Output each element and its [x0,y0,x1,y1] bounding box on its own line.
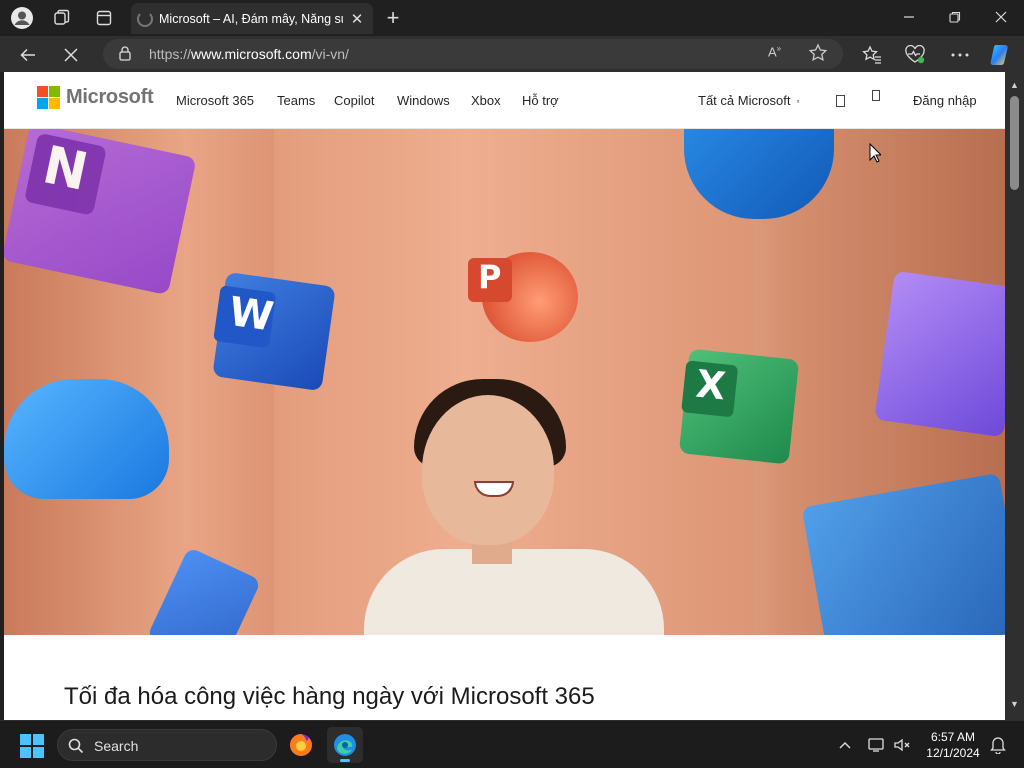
excel-icon: X [678,348,800,465]
search-icon[interactable] [836,95,845,107]
active-app-indicator [340,759,350,762]
outlook-icon [801,472,1005,635]
toolbar: https://www.microsoft.com/vi-vn/ A» [0,36,1024,72]
sign-in-link[interactable]: Đăng nhập [913,93,977,108]
loading-icon [137,10,153,27]
lock-icon[interactable] [117,45,133,61]
taskbar-search[interactable]: Search [57,729,277,761]
cart-icon[interactable] [872,90,880,101]
scroll-up-icon[interactable]: ▲ [1009,79,1020,90]
search-label: Search [94,738,139,754]
hero-banner: N W P X [4,129,1005,635]
url-domain: www.microsoft.com [191,46,312,62]
clock-time: 6:57 AM [930,730,976,744]
edge-icon[interactable] [327,727,363,763]
nav-microsoft-365[interactable]: Microsoft 365 [176,93,254,108]
browser-window: Microsoft – AI, Đám mây, Năng su ✕ + htt… [0,0,1024,720]
url-text[interactable]: https://www.microsoft.com/vi-vn/ [149,46,349,62]
favorites-icon[interactable] [857,40,887,70]
all-microsoft-label: Tất cả Microsoft [698,93,791,108]
tab-title: Microsoft – AI, Đám mây, Năng su [159,11,343,26]
clock-date: 12/1/2024 [926,746,980,760]
address-bar[interactable]: https://www.microsoft.com/vi-vn/ A» [103,39,843,69]
url-prefix: https:// [149,46,192,62]
word-icon: W [212,271,336,392]
taskbar: Search 6:57 AM 12/1/2024 [0,720,1024,768]
microsoft-logo[interactable]: Microsoft [37,86,154,109]
nav-xbox[interactable]: Xbox [471,93,501,108]
url-path: /vi-vn/ [311,46,349,62]
browser-essentials-icon[interactable] [900,40,930,70]
person-face [422,395,554,545]
viva-icon [146,546,262,635]
powerpoint-icon: P [468,252,578,342]
chevron-down-icon: ▫ [796,97,800,107]
new-tab-button[interactable]: + [380,5,406,31]
clipchamp-icon [874,270,1005,438]
workspaces-icon[interactable] [48,4,76,32]
notifications-bell-icon[interactable] [988,735,1008,755]
firefox-icon[interactable] [283,727,319,763]
back-icon[interactable] [13,40,43,70]
all-microsoft-menu[interactable]: Tất cả Microsoft ▫ [698,93,799,108]
system-clock[interactable]: 6:57 AM 12/1/2024 [922,729,984,761]
nav-support[interactable]: Hỗ trợ [522,93,559,108]
page-scrollbar[interactable]: ▲ ▼ [1005,72,1024,720]
nav-copilot[interactable]: Copilot [334,93,374,108]
headline: Tối đa hóa công việc hàng ngày với Micro… [64,683,595,710]
person-shirt [364,549,664,635]
close-window-button[interactable] [978,0,1024,34]
close-tab-icon[interactable]: ✕ [347,9,367,29]
content-card: Tối đa hóa công việc hàng ngày với Micro… [16,635,993,720]
tab-bar: Microsoft – AI, Đám mây, Năng su ✕ + [0,0,1024,36]
onenote-icon: N [4,129,197,296]
volume-muted-icon[interactable] [892,735,912,755]
scroll-down-icon[interactable]: ▼ [1009,698,1020,709]
network-icon[interactable] [867,735,887,755]
stop-loading-icon[interactable] [56,40,86,70]
minimize-button[interactable] [886,0,932,34]
favorite-star-icon[interactable] [808,43,830,65]
more-menu-icon[interactable] [945,40,975,70]
start-button[interactable] [20,734,44,758]
tab-actions-icon[interactable] [90,4,118,32]
page-viewport: Microsoft Microsoft 365 Teams Copilot Wi… [4,72,1005,720]
nav-teams[interactable]: Teams [277,93,315,108]
read-aloud-icon[interactable]: A» [768,44,790,64]
onedrive-icon [4,379,169,499]
restore-button[interactable] [932,0,978,34]
microsoft-logo-icon [37,86,60,109]
show-hidden-icons-chevron-icon[interactable] [835,735,855,755]
scroll-thumb[interactable] [1010,96,1019,190]
copilot-icon[interactable] [986,40,1016,70]
site-header: Microsoft Microsoft 365 Teams Copilot Wi… [4,72,1005,129]
profile-icon[interactable] [8,4,36,32]
brand-wordmark: Microsoft [66,86,154,108]
nav-windows[interactable]: Windows [397,93,450,108]
search-icon [68,738,84,754]
tab-active[interactable]: Microsoft – AI, Đám mây, Năng su ✕ [131,3,373,34]
mouse-cursor-icon [869,143,881,163]
